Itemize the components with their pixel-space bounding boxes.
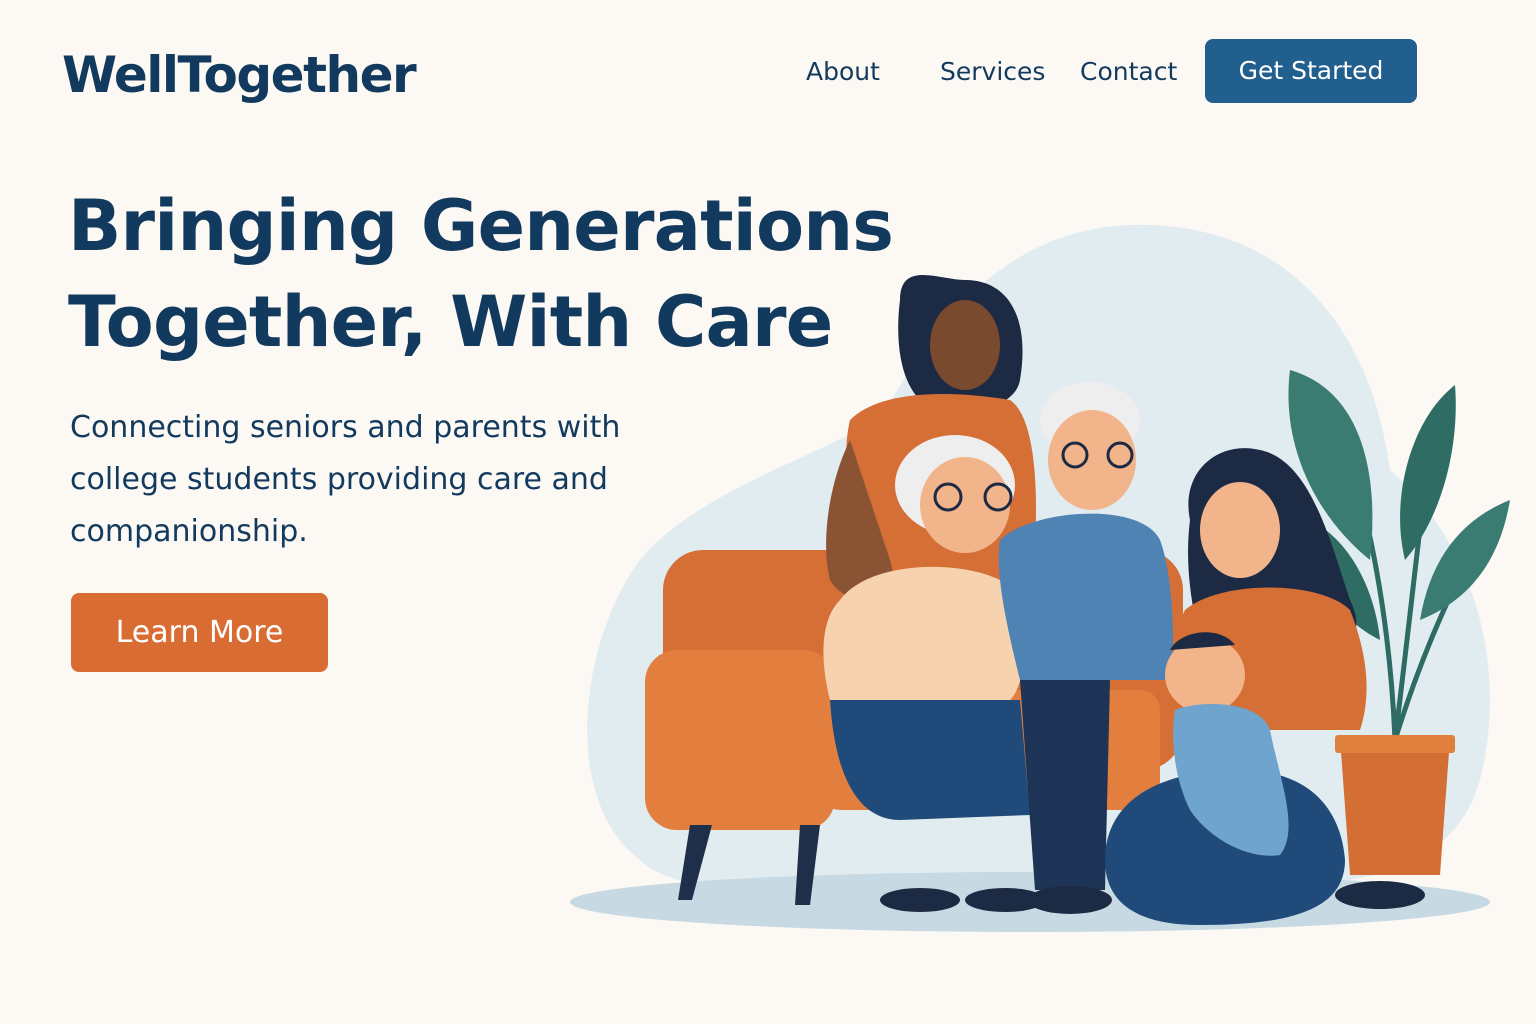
nav-contact-link[interactable]: Contact [1080,54,1177,90]
get-started-button[interactable]: Get Started [1205,39,1417,103]
site-header: WellTogether About Services Contact Get … [0,0,1536,140]
nav-services-link[interactable]: Services [940,54,1045,90]
learn-more-button[interactable]: Learn More [71,593,328,672]
logo[interactable]: WellTogether [62,40,417,110]
nav-about-link[interactable]: About [806,54,880,90]
family-illustration [570,224,1510,932]
